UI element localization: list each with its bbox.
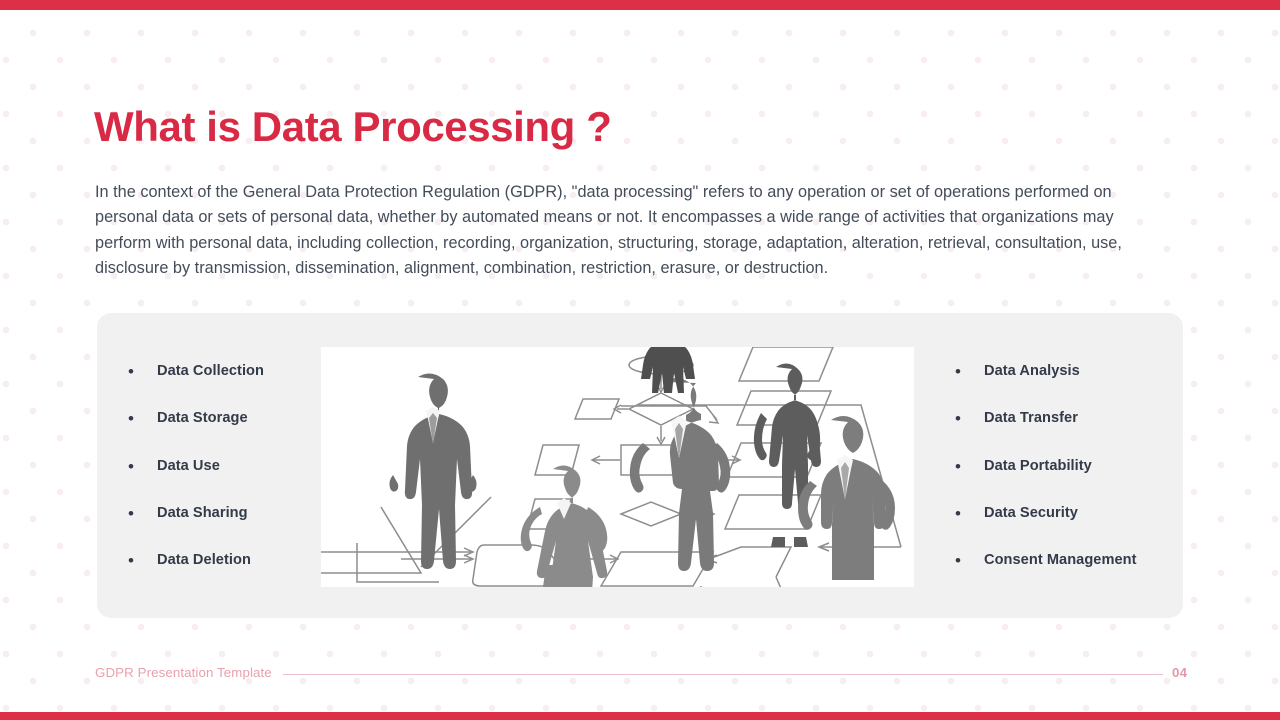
- list-item[interactable]: • Data Portability: [955, 457, 1185, 504]
- bullet-label: Data Collection: [157, 363, 264, 379]
- list-item[interactable]: • Data Storage: [128, 409, 318, 456]
- bullet-label: Data Analysis: [984, 363, 1080, 379]
- list-item[interactable]: • Data Analysis: [955, 362, 1185, 409]
- list-item[interactable]: • Data Collection: [128, 362, 318, 409]
- bullet-list-right: • Data Analysis • Data Transfer • Data P…: [955, 362, 1185, 598]
- bullet-dot-icon: •: [955, 551, 961, 571]
- bullet-dot-icon: •: [955, 362, 961, 381]
- bullet-dot-icon: •: [955, 503, 961, 523]
- top-accent-bar: [0, 0, 1280, 10]
- bullet-dot-icon: •: [128, 409, 134, 429]
- list-item[interactable]: • Data Sharing: [128, 504, 318, 551]
- list-item[interactable]: • Consent Management: [955, 551, 1185, 598]
- page-number: 04: [1172, 665, 1188, 680]
- body-paragraph: In the context of the General Data Prote…: [95, 183, 1122, 278]
- bullet-list-left: • Data Collection • Data Storage • Data …: [128, 362, 318, 598]
- list-item[interactable]: • Data Security: [955, 504, 1185, 551]
- bullet-label: Consent Management: [984, 552, 1137, 569]
- footer-label: GDPR Presentation Template: [95, 665, 272, 680]
- slide-canvas: What is Data Processing ? In the context…: [0, 0, 1280, 720]
- list-item[interactable]: • Data Transfer: [955, 409, 1185, 456]
- bullet-dot-icon: •: [128, 456, 134, 476]
- list-item[interactable]: • Data Deletion: [128, 551, 318, 598]
- footer-divider: [283, 673, 1163, 675]
- bullet-label: Data Security: [984, 504, 1078, 521]
- bullet-label: Data Storage: [157, 410, 248, 427]
- bullet-dot-icon: •: [128, 503, 134, 523]
- bullet-dot-icon: •: [955, 409, 961, 429]
- page-title: What is Data Processing ?: [94, 103, 612, 150]
- bullet-dot-icon: •: [128, 551, 134, 571]
- list-item[interactable]: • Data Use: [128, 457, 318, 504]
- bullet-label: Data Sharing: [157, 504, 248, 521]
- bullet-label: Data Use: [157, 457, 220, 474]
- bullet-label: Data Deletion: [157, 552, 251, 569]
- bullet-dot-icon: •: [955, 456, 961, 476]
- business-people-flowchart-illustration: [321, 347, 914, 587]
- bullet-label: Data Portability: [984, 457, 1092, 474]
- bullet-label: Data Transfer: [984, 410, 1078, 427]
- bottom-accent-bar: [0, 712, 1280, 720]
- bullet-dot-icon: •: [128, 362, 134, 381]
